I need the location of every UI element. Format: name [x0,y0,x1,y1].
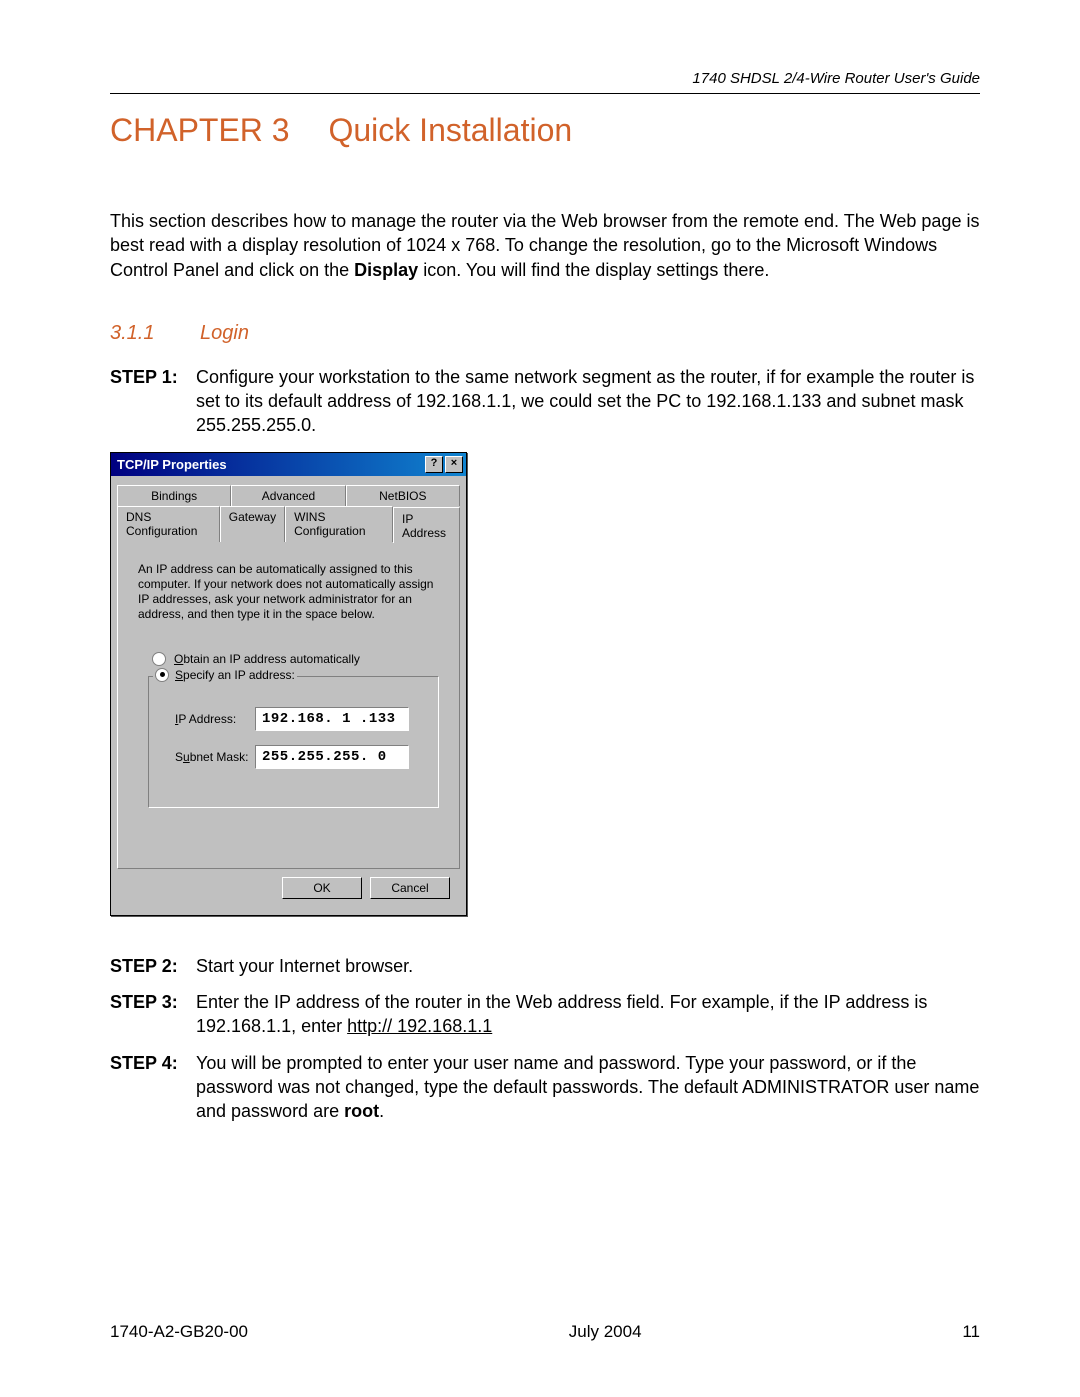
radio-obtain-auto[interactable]: Obtain an IP address automatically [152,652,445,666]
dialog-button-row: OK Cancel [117,869,460,909]
footer-pagenum: 11 [962,1322,980,1342]
step-4-pre: You will be prompted to enter your user … [196,1053,979,1122]
tab-row-front: DNS Configuration Gateway WINS Configura… [117,505,460,541]
step-1-body: Configure your workstation to the same n… [196,365,980,438]
close-icon[interactable]: × [445,456,463,473]
step-4: STEP 4: You will be prompted to enter yo… [110,1051,980,1124]
ip-address-input[interactable]: 192.168. 1 .133 [255,707,409,731]
radio-specify-ip[interactable]: Specify an IP address: [153,668,297,682]
tab-area: Bindings Advanced NetBIOS DNS Configurat… [111,476,466,915]
step-4-label: STEP 4: [110,1051,190,1124]
section-title: Login [200,322,249,344]
intro-paragraph: This section describes how to manage the… [110,209,980,282]
dialog-titlebar: TCP/IP Properties ? × [111,453,466,476]
panel-description: An IP address can be automatically assig… [138,562,439,622]
tab-wins[interactable]: WINS Configuration [285,506,393,542]
tab-gateway[interactable]: Gateway [220,506,285,542]
intro-post: icon. You will find the display settings… [418,260,769,280]
section-heading: 3.1.1 Login [110,322,980,345]
subnet-mask-row: SSubnet Mask: 255.255.255. 0 [175,745,426,769]
radio-icon [152,652,166,666]
step-4-bold: root [344,1101,379,1121]
specify-ip-fieldset: Specify an IP address: IP Address: 192.1… [148,676,439,808]
cancel-button[interactable]: Cancel [370,877,450,899]
chapter-title-text: Quick Installation [328,112,572,148]
dialog-title: TCP/IP Properties [117,457,423,472]
radio-spec-label: pecify an IP address: [183,668,295,682]
tcpip-properties-dialog: TCP/IP Properties ? × Bindings Advanced … [110,452,467,916]
tab-dns[interactable]: DNS Configuration [117,506,220,542]
ip-address-label: IP Address: [175,712,255,726]
radio-auto-label: btain an IP address automatically [183,652,360,666]
step-2-body: Start your Internet browser. [196,954,980,978]
tab-advanced[interactable]: Advanced [231,485,345,506]
page-footer: 1740-A2-GB20-00 July 2004 11 [110,1322,980,1342]
intro-bold: Display [354,260,418,280]
tab-panel-ip: An IP address can be automatically assig… [117,541,460,869]
step-1: STEP 1: Configure your workstation to th… [110,365,980,438]
step-2-label: STEP 2: [110,954,190,978]
footer-docnum: 1740-A2-GB20-00 [110,1322,248,1342]
chapter-label: CHAPTER 3 [110,112,290,148]
step-1-label: STEP 1: [110,365,190,438]
doc-header-title: 1740 SHDSL 2/4-Wire Router User's Guide [110,70,980,87]
ip-address-row: IP Address: 192.168. 1 .133 [175,707,426,731]
step-3-body: Enter the IP address of the router in th… [196,990,980,1039]
step-4-post: . [379,1101,384,1121]
radio-icon [155,668,169,682]
tab-ip-address[interactable]: IP Address [393,507,460,543]
header-rule [110,93,980,94]
chapter-heading: CHAPTER 3 Quick Installation [110,112,980,149]
footer-date: July 2004 [569,1322,642,1342]
help-icon[interactable]: ? [425,456,443,473]
step-2: STEP 2: Start your Internet browser. [110,954,980,978]
tab-bindings[interactable]: Bindings [117,485,231,506]
ok-button[interactable]: OK [282,877,362,899]
subnet-mask-input[interactable]: 255.255.255. 0 [255,745,409,769]
step-3-label: STEP 3: [110,990,190,1039]
radio-spec-accel: S [175,668,183,682]
radio-auto-accel: O [174,652,183,666]
subnet-mask-label: SSubnet Mask: [175,750,255,764]
step-3-pre: Enter the IP address of the router in th… [196,992,927,1036]
tab-row-back: Bindings Advanced NetBIOS [117,484,460,505]
tab-netbios[interactable]: NetBIOS [346,485,460,506]
step-4-body: You will be prompted to enter your user … [196,1051,980,1124]
step-3: STEP 3: Enter the IP address of the rout… [110,990,980,1039]
step-3-link: http:// 192.168.1.1 [347,1016,492,1036]
section-number: 3.1.1 [110,322,154,344]
